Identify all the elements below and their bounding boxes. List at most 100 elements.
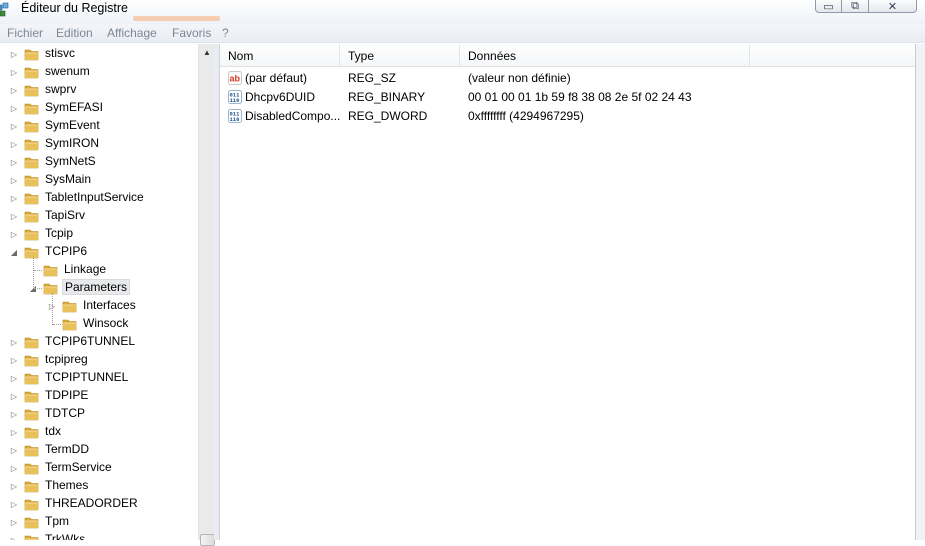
scroll-up-arrow-icon[interactable]: ▲ bbox=[199, 44, 215, 60]
expand-arrow-icon[interactable]: ▷ bbox=[9, 409, 19, 419]
menu-help[interactable]: ? bbox=[222, 26, 229, 40]
tree-item[interactable]: ▷ SymNetS bbox=[0, 153, 198, 171]
tree-item-label: Tpm bbox=[45, 514, 69, 528]
expand-arrow-icon[interactable]: ▷ bbox=[9, 229, 19, 239]
expand-arrow-icon[interactable]: ▷ bbox=[9, 49, 19, 59]
tree-item[interactable]: ▷ SysMain bbox=[0, 171, 198, 189]
tree-item-label: TabletInputService bbox=[45, 190, 144, 204]
folder-icon bbox=[24, 137, 39, 151]
expand-arrow-icon[interactable]: ▷ bbox=[9, 67, 19, 77]
binary-value-icon: 011 110 bbox=[228, 109, 242, 123]
menu-favoris[interactable]: Favoris bbox=[172, 26, 211, 40]
tree-item[interactable]: Winsock bbox=[0, 315, 198, 333]
tree-item[interactable]: ▷ Tpm bbox=[0, 513, 198, 531]
tree-item[interactable]: ▷ SymEFASI bbox=[0, 99, 198, 117]
tree-connector-line bbox=[34, 270, 42, 271]
tree-item-label: THREADORDER bbox=[45, 496, 138, 510]
tree-item[interactable]: ▷ TermDD bbox=[0, 441, 198, 459]
tree-item[interactable]: ▷ THREADORDER bbox=[0, 495, 198, 513]
column-header-data[interactable]: Données bbox=[460, 44, 750, 66]
tree-item[interactable]: ▷ SymEvent bbox=[0, 117, 198, 135]
tree-item[interactable]: ▷ TapiSrv bbox=[0, 207, 198, 225]
list-row[interactable]: ab (par défaut) REG_SZ (valeur non défin… bbox=[220, 69, 916, 88]
column-header-name[interactable]: Nom bbox=[220, 44, 340, 66]
tree-item[interactable]: ▷ Tcpip bbox=[0, 225, 198, 243]
value-type: REG_BINARY bbox=[348, 90, 426, 104]
expand-arrow-icon[interactable]: ▷ bbox=[9, 193, 19, 203]
tree-connector-line bbox=[33, 257, 34, 289]
expand-arrow-icon[interactable]: ▷ bbox=[9, 103, 19, 113]
tree-item-label: TDPIPE bbox=[45, 388, 89, 402]
expand-arrow-icon[interactable]: ▷ bbox=[9, 157, 19, 167]
tree-item[interactable]: ◢ Parameters bbox=[0, 279, 198, 297]
tree-item[interactable]: ◢ TCPIP6 bbox=[0, 243, 198, 261]
minimize-button[interactable]: ▭ bbox=[815, 0, 842, 13]
folder-icon bbox=[24, 479, 39, 493]
expand-arrow-icon[interactable]: ▷ bbox=[9, 337, 19, 347]
tree-item-label: swenum bbox=[45, 64, 90, 78]
tree-item[interactable]: ▷ Interfaces bbox=[0, 297, 198, 315]
folder-icon bbox=[24, 389, 39, 403]
menu-edition[interactable]: Edition bbox=[56, 26, 93, 40]
close-button[interactable]: ✕ bbox=[868, 0, 917, 13]
tree-item-label: tdx bbox=[45, 424, 62, 438]
tree-item[interactable]: Linkage bbox=[0, 261, 198, 279]
expand-arrow-icon[interactable]: ▷ bbox=[9, 427, 19, 437]
expand-arrow-icon[interactable]: ▷ bbox=[9, 481, 19, 491]
tree-item[interactable]: ▷ Themes bbox=[0, 477, 198, 495]
tree-connector-line bbox=[53, 324, 61, 325]
tree-item[interactable]: ▷ tcpipreg bbox=[0, 351, 198, 369]
tree-item-label: SymNetS bbox=[45, 154, 96, 168]
tree-item[interactable]: ▷ TCPIP6TUNNEL bbox=[0, 333, 198, 351]
restore-icon: ⧉ bbox=[851, 0, 859, 12]
expand-arrow-icon[interactable]: ▷ bbox=[9, 517, 19, 527]
folder-icon bbox=[24, 443, 39, 457]
tree-item-label: TCPIP6TUNNEL bbox=[45, 334, 136, 348]
tree-item[interactable]: ▷ TDPIPE bbox=[0, 387, 198, 405]
expand-arrow-icon[interactable]: ▷ bbox=[9, 175, 19, 185]
tree-item-label: SymEFASI bbox=[45, 100, 104, 114]
tree-scrollbar[interactable]: ▲ bbox=[198, 44, 215, 546]
folder-icon bbox=[24, 371, 39, 385]
folder-icon bbox=[24, 227, 39, 241]
regedit-app-icon bbox=[0, 2, 9, 17]
tree-item[interactable]: ▷ TCPIPTUNNEL bbox=[0, 369, 198, 387]
folder-icon bbox=[24, 47, 39, 61]
tree-item[interactable]: ▷ TermService bbox=[0, 459, 198, 477]
collapse-arrow-icon[interactable]: ◢ bbox=[9, 247, 19, 257]
tree-item[interactable]: ▷ TabletInputService bbox=[0, 189, 198, 207]
expand-arrow-icon[interactable]: ▷ bbox=[9, 121, 19, 131]
maximize-button[interactable]: ⧉ bbox=[841, 0, 869, 13]
values-list[interactable]: Nom Type Données ab (par défaut) REG_SZ … bbox=[219, 44, 916, 540]
tree-item[interactable]: ▷ TrkWks bbox=[0, 531, 198, 540]
tree-item[interactable]: ▷ swprv bbox=[0, 81, 198, 99]
value-name: (par défaut) bbox=[245, 71, 308, 85]
list-row[interactable]: 011 110 Dhcpv6DUID REG_BINARY 00 01 00 0… bbox=[220, 88, 916, 107]
registry-key-tree[interactable]: ▷ stisvc ▷ swenum ▷ swprv ▷ SymEFASI ▷ SymEvent ▷ S… bbox=[0, 44, 198, 540]
tree-item[interactable]: ▷ SymIRON bbox=[0, 135, 198, 153]
expand-arrow-icon[interactable]: ▷ bbox=[9, 355, 19, 365]
menu-affichage[interactable]: Affichage bbox=[107, 26, 157, 40]
tree-item[interactable]: ▷ TDTCP bbox=[0, 405, 198, 423]
scroll-thumb[interactable] bbox=[200, 534, 215, 546]
expand-arrow-icon[interactable]: ▷ bbox=[9, 85, 19, 95]
expand-arrow-icon[interactable]: ▷ bbox=[9, 373, 19, 383]
column-header-type[interactable]: Type bbox=[340, 44, 460, 66]
expand-arrow-icon[interactable]: ▷ bbox=[9, 445, 19, 455]
expand-arrow-icon[interactable]: ▷ bbox=[9, 139, 19, 149]
expand-arrow-icon[interactable]: ▷ bbox=[9, 211, 19, 221]
expand-arrow-icon[interactable]: ▷ bbox=[9, 463, 19, 473]
tree-item-label: TermService bbox=[45, 460, 112, 474]
tree-item-label: SysMain bbox=[45, 172, 92, 186]
tree-item[interactable]: ▷ tdx bbox=[0, 423, 198, 441]
menu-fichier[interactable]: Fichier bbox=[7, 26, 43, 40]
expand-arrow-icon[interactable]: ▷ bbox=[9, 391, 19, 401]
list-row[interactable]: 011 110 DisabledCompo... REG_DWORD 0xfff… bbox=[220, 107, 916, 126]
tree-item-label: Themes bbox=[45, 478, 89, 492]
tree-item[interactable]: ▷ swenum bbox=[0, 63, 198, 81]
expand-arrow-icon[interactable]: ▷ bbox=[9, 535, 19, 541]
tree-item-label: TapiSrv bbox=[45, 208, 86, 222]
folder-icon bbox=[24, 101, 39, 115]
expand-arrow-icon[interactable]: ▷ bbox=[9, 499, 19, 509]
tree-item[interactable]: ▷ stisvc bbox=[0, 45, 198, 63]
